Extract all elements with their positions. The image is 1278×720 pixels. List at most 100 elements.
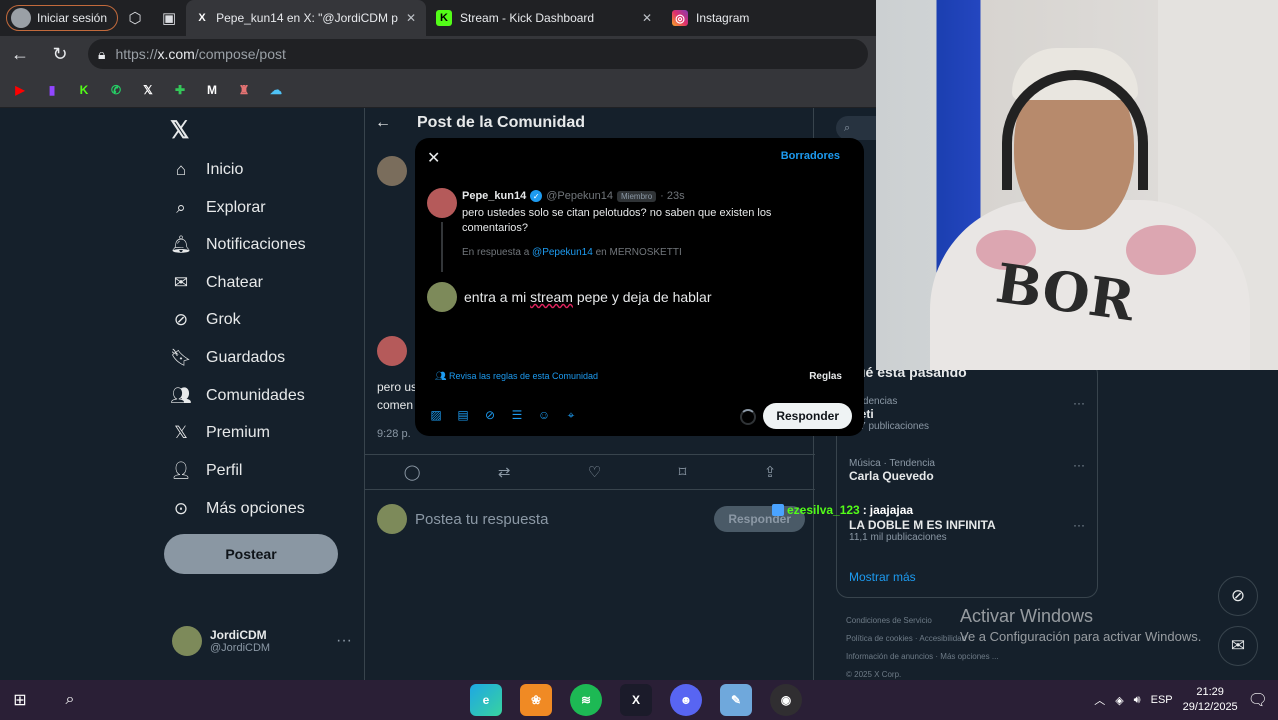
x-icon[interactable]: 𝕏 [136,78,160,102]
cloud-icon[interactable]: ☁ [264,78,288,102]
tab-kick-dashboard[interactable]: K Stream - Kick Dashboard ✕ [426,0,662,36]
community-rules-link[interactable]: 👥︎ Revisa las reglas de esta Comunidad [435,371,598,382]
notifications-icon[interactable]: 🗨︎ [1248,690,1268,710]
spotify-icon[interactable]: ≋ [570,684,602,716]
xsplit-icon[interactable]: X [620,684,652,716]
browser-tab-bar: Iniciar sesión ⬡ ▣ X Pepe_kun14 en X: "@… [0,0,876,36]
extension-icon[interactable]: ✚ [168,78,192,102]
nav-item-inicio[interactable]: ⌂ Inicio [170,160,244,180]
discord-icon[interactable]: ☻ [670,684,702,716]
account-name: JordiCDM [210,628,267,642]
network-icon[interactable]: ◈ [1115,694,1123,707]
more-dots-icon[interactable]: ··· [336,632,352,650]
nav-label: Chatear [206,274,263,291]
post-text-fragment: pero us [377,380,418,394]
drafts-link[interactable]: Borradores [781,150,840,162]
more-dots-icon[interactable]: ··· [1073,458,1085,472]
close-icon[interactable]: ✕ [427,148,440,168]
compose-textarea[interactable]: entra a mi stream pepe y deja de hablar [464,289,712,305]
trend-item[interactable]: LA DOBLE M ES INFINITA 11,1 mil publicac… [849,518,1093,543]
tab-actions-icon[interactable]: ▣ [152,9,186,27]
x-favicon-icon: X [198,12,206,24]
reply-submit-button[interactable]: Responder [763,403,852,429]
x-logo-icon[interactable]: 𝕏 [170,116,189,145]
bookmark-icon: 🔖︎ [170,348,192,367]
search-input[interactable]: ⌕ [836,116,876,140]
repost-icon[interactable]: ⇄ [498,463,511,481]
back-icon[interactable]: ← [0,44,40,65]
obs-icon[interactable]: ◉ [770,684,802,716]
fl-studio-icon[interactable]: ❀ [520,684,552,716]
instagram-favicon-icon: ◎ [672,10,689,26]
nav-item-guardados[interactable]: 🔖︎ Guardados [170,348,285,368]
post-text-fragment: comen [377,398,414,412]
gif-icon[interactable]: ▤ [456,408,470,422]
bookmarks-bar: ▶ ▮ K ✆ 𝕏 ✚ M ♜ ☁ [0,72,876,108]
footer-link[interactable]: Información de anuncios · Más opciones .… [846,648,1046,666]
original-post-text: pero ustedes solo se citan pelotudos? no… [462,207,772,234]
messages-floating-icon[interactable]: ✉ [1218,626,1258,666]
tab-x-post[interactable]: X Pepe_kun14 en X: "@JordiCDM p ✕ [186,0,427,36]
emoji-icon[interactable]: ☺ [537,408,551,422]
back-arrow-icon[interactable]: ← [375,114,391,132]
compose-toolbar: ▨ ▤ ⊘ ☰ ☺ ⌖ [429,408,578,423]
poll-icon[interactable]: ☰ [510,408,524,422]
image-icon[interactable]: ▨ [429,408,443,422]
medium-icon[interactable]: M [200,78,224,102]
share-icon[interactable]: ⇪ [764,463,777,481]
notepad-icon[interactable]: ✎ [720,684,752,716]
more-dots-icon[interactable]: ··· [1073,396,1085,410]
nav-item-grok[interactable]: ⊘ Grok [170,310,241,330]
tab-instagram[interactable]: ◎ Instagram [662,0,812,36]
mail-icon: ✉ [173,273,189,292]
reply-icon[interactable]: ◯ [404,463,421,481]
windows-start-icon[interactable]: ⊞ [0,680,40,720]
edge-icon[interactable]: e [470,684,502,716]
person-icon: 👤︎ [170,461,192,480]
show-more-link[interactable]: Mostrar más [849,570,916,584]
url-input[interactable]: 🔒︎ https://x.com/compose/post [88,39,868,69]
youtube-icon[interactable]: ▶ [8,78,32,102]
search-icon[interactable]: ⌕ [50,680,90,720]
nav-item-chatear[interactable]: ✉ Chatear [170,273,263,293]
profile-signin-button[interactable]: Iniciar sesión [6,5,119,31]
nav-item-perfil[interactable]: 👤︎ Perfil [170,461,242,481]
windows-taskbar: ⊞ ⌕ e ❀ ≋ X ☻ ✎ ◉ ︿ ◈ 🔊︎ ESP 21:29 29/12… [0,680,1278,720]
chevron-up-icon[interactable]: ︿ [1094,692,1105,708]
nav-item-notificaciones[interactable]: 🔔︎ Notificaciones [170,235,305,255]
reply-to-user-link[interactable]: @Pepekun14 [532,247,593,258]
volume-icon[interactable]: 🔊︎ [1134,694,1141,707]
post-button[interactable]: Postear [164,534,338,574]
close-tab-icon[interactable]: ✕ [406,11,416,25]
verified-badge-icon: ✓ [530,190,543,202]
like-icon[interactable]: ♡ [588,463,601,481]
account-switcher[interactable]: JordiCDM @JordiCDM ··· [172,626,352,656]
reply-input[interactable]: Postea tu respuesta [415,511,548,528]
whatsapp-icon[interactable]: ✆ [104,78,128,102]
watermark-title: Activar Windows [960,606,1094,626]
nav-item-explorar[interactable]: ⌕ Explorar [170,198,265,218]
in-reply-to: En respuesta a @Pepekun14 en MERNOSKETTI [462,247,682,258]
clock[interactable]: 21:29 29/12/2025 [1183,685,1238,715]
kick-icon[interactable]: K [72,78,96,102]
extension2-icon[interactable]: ♜ [232,78,256,102]
trend-item[interactable]: tendencias uleti 207 publicaciones ··· [849,396,1093,432]
reload-icon[interactable]: ↻ [40,44,80,65]
bookmark-icon[interactable]: ⌑ [679,463,687,481]
location-icon[interactable]: ⌖ [564,408,578,422]
language-indicator[interactable]: ESP [1151,694,1173,706]
twitch-icon[interactable]: ▮ [40,78,64,102]
close-tab-icon[interactable]: ✕ [642,11,652,25]
rules-button[interactable]: Reglas [809,371,842,382]
grok-floating-icon[interactable]: ⊘ [1218,576,1258,616]
nav-item-comunidades[interactable]: 👥︎ Comunidades [170,386,305,406]
grok-icon[interactable]: ⊘ [483,408,497,422]
account-handle: @JordiCDM [210,642,271,654]
nav-label: Más opciones [206,500,305,517]
nav-item-premium[interactable]: 𝕏 Premium [170,423,270,443]
nav-item-mas-opciones[interactable]: ⊙ Más opciones [170,499,305,519]
more-dots-icon[interactable]: ··· [1073,518,1085,532]
trend-item[interactable]: Música · Tendencia Carla Quevedo ··· [849,458,1093,483]
chat-username: ezesilva_123 [787,503,860,517]
workspaces-icon[interactable]: ⬡ [118,9,152,27]
